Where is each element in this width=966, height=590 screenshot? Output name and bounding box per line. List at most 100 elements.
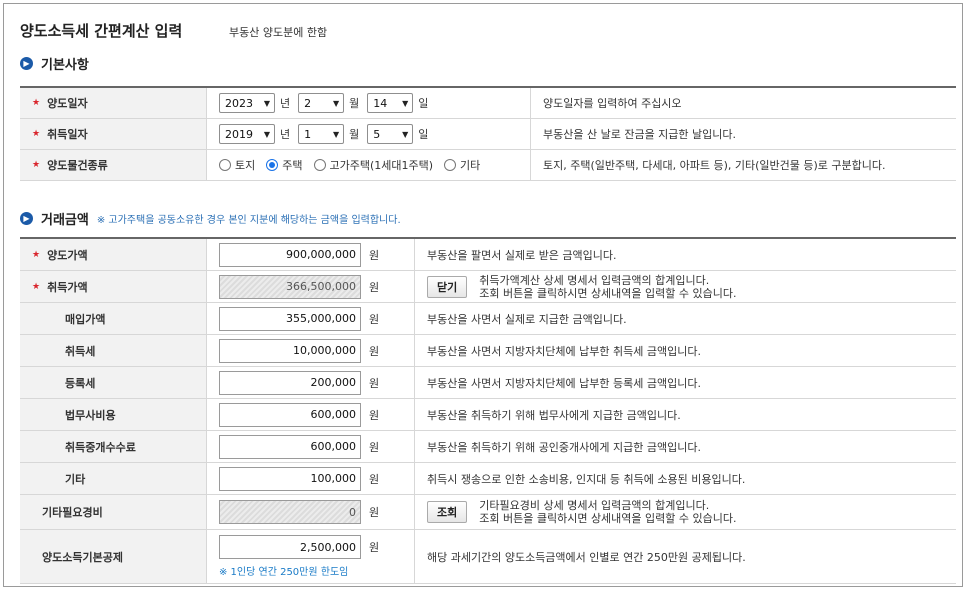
legal-fee-input[interactable]: 600,000 <box>219 402 361 427</box>
unit-won: 원 <box>369 408 380 422</box>
calculator-frame: 양도소득세 간편계산 입력 부동산 양도분에 한함 ▶ 기본사항 ★ 양도일자 2… <box>3 3 963 587</box>
row-purchase-price: 매입가액 355,000,000 원 부동산을 사면서 실제로 지급한 금액입니… <box>20 303 956 335</box>
brokerage-fee-input[interactable]: 600,000 <box>219 434 361 459</box>
row-label: ★ 양도물건종류 <box>20 150 206 180</box>
section-amount-heading: ▶ 거래금액 ※ 고가주택을 공동소유한 경우 본인 지분에 해당하는 금액을 … <box>20 209 401 228</box>
unit-day: 일 <box>418 128 429 141</box>
unit-month: 월 <box>349 128 360 141</box>
radio-house[interactable]: 주택 <box>266 157 303 173</box>
row-desc: 부동산을 사면서 지방자치단체에 납부한 취득세 금액입니다. <box>414 335 956 366</box>
section-basic-heading: ▶ 기본사항 <box>20 54 89 73</box>
radio-label: 주택 <box>282 159 303 172</box>
row-label: 매입가액 <box>20 303 206 334</box>
acquire-price-input: 366,500,000 <box>219 274 361 299</box>
select-value: 14 <box>373 96 388 110</box>
radio-selected-icon <box>266 159 279 171</box>
radio-luxury-house[interactable]: 고가주택(1세대1주택) <box>313 157 433 173</box>
row-property-type: ★ 양도물건종류 토지 주택 고가주택(1세대1주택) 기타 토지, 주택(일반주… <box>20 150 956 181</box>
unit-day: 일 <box>418 97 429 110</box>
row-legal-fee: 법무사비용 600,000 원 부동산을 취득하기 위해 법무사에게 지급한 금… <box>20 399 956 431</box>
desc-line: 조회 버튼을 클릭하시면 상세내역을 입력할 수 있습니다. <box>479 286 737 300</box>
amount-cell: 900,000,000 원 <box>206 239 414 270</box>
radio-label: 토지 <box>235 159 256 172</box>
unit-won: 원 <box>369 248 380 262</box>
transfer-year-select[interactable]: 2023 ▼ <box>219 93 275 113</box>
transfer-month-select[interactable]: 2 ▼ <box>298 93 345 113</box>
arrow-right-icon: ▶ <box>20 212 33 225</box>
property-type-radios: 토지 주택 고가주택(1세대1주택) 기타 <box>206 150 530 180</box>
transfer-price-input[interactable]: 900,000,000 <box>219 242 361 267</box>
amount-cell: 0 원 <box>206 495 414 529</box>
arrow-right-icon: ▶ <box>20 57 33 70</box>
section-amount-note: ※ 고가주택을 공동소유한 경우 본인 지분에 해당하는 금액을 입력합니다. <box>96 215 401 226</box>
row-other-cost: 기타 100,000 원 취득시 쟁송으로 인한 소송비용, 인지대 등 취득에… <box>20 463 956 495</box>
label-text: 취득가액 <box>47 280 88 294</box>
row-label: ★ 양도가액 <box>20 239 206 270</box>
row-label: 기타필요경비 <box>20 495 206 529</box>
transfer-date-inputs: 2023 ▼ 년 2 ▼ 월 14 ▼ 일 <box>206 88 530 118</box>
row-label: 양도소득기본공제 <box>20 530 206 583</box>
unit-won: 원 <box>369 472 380 486</box>
amount-cell: 200,000 원 <box>206 367 414 398</box>
desc-line: 취득가액계산 상세 명세서 입력금액의 합계입니다. <box>479 273 710 287</box>
deduction-input-group: 2,500,000 원 <box>219 535 379 559</box>
row-desc: 부동산을 산 날로 잔금을 지급한 날입니다. <box>530 119 956 149</box>
row-transfer-date: ★ 양도일자 2023 ▼ 년 2 ▼ 월 14 ▼ 일 양도일자를 입력하여 주십시오 <box>20 88 956 119</box>
page-title: 양도소득세 간편계산 입력 <box>20 22 183 40</box>
basic-deduction-input[interactable]: 2,500,000 <box>219 535 361 559</box>
row-label: 법무사비용 <box>20 399 206 430</box>
radio-circle-icon <box>444 159 457 171</box>
row-desc: 부동산을 사면서 지방자치단체에 납부한 등록세 금액입니다. <box>414 367 956 398</box>
other-cost-input[interactable]: 100,000 <box>219 466 361 491</box>
radio-circle-icon <box>313 159 326 171</box>
row-desc: 닫기 취득가액계산 상세 명세서 입력금액의 합계입니다. 조회 버튼을 클릭하… <box>414 271 956 302</box>
acquisition-tax-input[interactable]: 10,000,000 <box>219 338 361 363</box>
select-value: 2 <box>304 96 312 110</box>
row-label: ★ 취득일자 <box>20 119 206 149</box>
other-expenses-input: 0 <box>219 500 361 524</box>
acquire-day-select[interactable]: 5 ▼ <box>367 124 414 144</box>
acquire-year-select[interactable]: 2019 ▼ <box>219 124 275 144</box>
chevron-down-icon: ▼ <box>263 98 270 108</box>
required-mark-icon: ★ <box>32 249 41 260</box>
row-transfer-price: ★ 양도가액 900,000,000 원 부동산을 팔면서 실제로 받은 금액입니… <box>20 239 956 271</box>
row-label: ★ 양도일자 <box>20 88 206 118</box>
label-text: 양도가액 <box>47 248 88 262</box>
close-detail-button[interactable]: 닫기 <box>427 275 468 298</box>
unit-won: 원 <box>369 541 380 554</box>
lookup-button[interactable]: 조회 <box>427 501 468 523</box>
row-label: ★ 취득가액 <box>20 271 206 302</box>
row-desc: 부동산을 사면서 실제로 지급한 금액입니다. <box>414 303 956 334</box>
unit-year: 년 <box>280 97 291 110</box>
row-desc: 해당 과세기간의 양도소득금액에서 인별로 연간 250만원 공제됩니다. <box>414 530 956 583</box>
row-acquire-price: ★ 취득가액 366,500,000 원 닫기 취득가액계산 상세 명세서 입력금… <box>20 271 956 303</box>
row-registration-tax: 등록세 200,000 원 부동산을 사면서 지방자치단체에 납부한 등록세 금… <box>20 367 956 399</box>
unit-won: 원 <box>369 506 380 519</box>
amount-cell: 600,000 원 <box>206 431 414 462</box>
row-desc: 양도일자를 입력하여 주십시오 <box>530 88 956 118</box>
select-value: 5 <box>373 127 381 141</box>
row-desc: 부동산을 취득하기 위해 공인중개사에게 지급한 금액입니다. <box>414 431 956 462</box>
unit-won: 원 <box>369 376 380 390</box>
row-desc: 취득시 쟁송으로 인한 소송비용, 인지대 등 취득에 소용된 비용입니다. <box>414 463 956 494</box>
registration-tax-input[interactable]: 200,000 <box>219 370 361 395</box>
unit-won: 원 <box>369 280 380 294</box>
radio-other[interactable]: 기타 <box>444 157 480 173</box>
row-label: 기타 <box>20 463 206 494</box>
row-label: 등록세 <box>20 367 206 398</box>
section-basic-title: 기본사항 <box>41 58 89 73</box>
transfer-day-select[interactable]: 14 ▼ <box>367 93 414 113</box>
required-mark-icon: ★ <box>32 281 41 292</box>
radio-land[interactable]: 토지 <box>219 157 255 173</box>
chevron-down-icon: ▼ <box>402 129 409 139</box>
acquire-month-select[interactable]: 1 ▼ <box>298 124 345 144</box>
required-mark-icon: ★ <box>32 98 41 108</box>
purchase-price-input[interactable]: 355,000,000 <box>219 306 361 331</box>
amount-cell: 2,500,000 원 ※ 1인당 연간 250만원 한도임 <box>206 530 414 583</box>
amount-cell: 366,500,000 원 <box>206 271 414 302</box>
select-value: 2023 <box>225 96 253 110</box>
desc-text: 기타필요경비 상세 명세서 입력금액의 합계입니다. 조회 버튼을 클릭하시면 … <box>479 499 736 525</box>
row-desc: 부동산을 취득하기 위해 법무사에게 지급한 금액입니다. <box>414 399 956 430</box>
page-subtitle: 부동산 양도분에 한함 <box>229 26 328 39</box>
chevron-down-icon: ▼ <box>402 98 409 108</box>
